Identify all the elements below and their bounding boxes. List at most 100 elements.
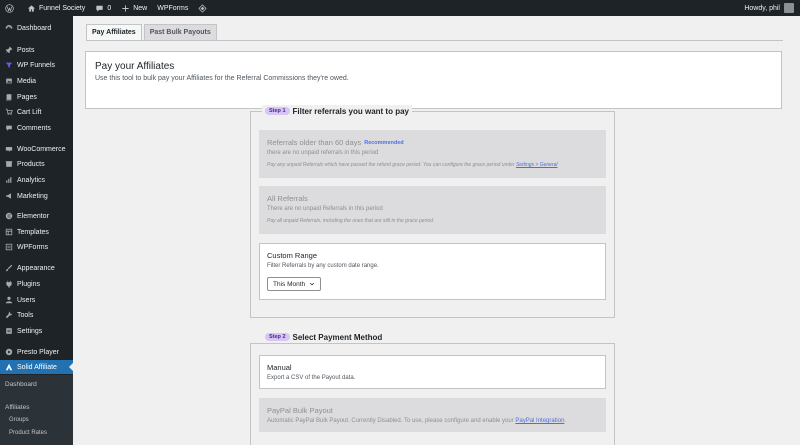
sidebar-item-label: Plugins <box>17 280 40 288</box>
sidebar-item-comments[interactable]: Comments <box>0 121 73 135</box>
affiliate-icon <box>5 363 13 371</box>
sidebar-item-users[interactable]: Users <box>0 293 73 307</box>
sidebar-item-wp-funnels[interactable]: WP Funnels <box>0 58 73 72</box>
submenu-item-product-rates[interactable]: Product Rates <box>0 430 73 436</box>
sidebar-item-appearance[interactable]: Appearance <box>0 261 73 275</box>
wpforms-label: WPForms <box>157 4 189 12</box>
tab-past-bulk-payouts[interactable]: Past Bulk Payouts <box>143 24 217 41</box>
sidebar-item-label: WooCommerce <box>17 145 66 153</box>
sidebar-item-wpforms[interactable]: WPForms <box>0 240 73 254</box>
option-title: PayPal Bulk Payout <box>267 406 333 415</box>
tab-divider <box>86 40 783 41</box>
paypal-integration-link[interactable]: PayPal Integration <box>515 418 564 424</box>
plugin-icon <box>5 280 13 288</box>
main-content: Pay Affiliates Past Bulk Payouts Pay you… <box>73 16 800 445</box>
sidebar-item-posts[interactable]: Posts <box>0 43 73 57</box>
diamond-menu[interactable] <box>193 0 215 16</box>
users-icon <box>5 296 13 304</box>
wordpress-logo-icon[interactable] <box>0 0 22 16</box>
chevron-down-icon <box>309 282 315 286</box>
option-subtitle: Automatic PayPal Bulk Payout. Currently … <box>267 418 598 424</box>
elementor-icon <box>5 212 13 220</box>
option-title: Referrals older than 60 days <box>267 138 362 147</box>
sidebar-item-label: Appearance <box>17 264 55 272</box>
comment-bubble-icon <box>96 5 103 12</box>
sidebar-item-cart-lift[interactable]: Cart Lift <box>0 105 73 119</box>
sidebar-item-elementor[interactable]: Elementor <box>0 209 73 223</box>
sidebar-item-plugins[interactable]: Plugins <box>0 277 73 291</box>
settings-general-link[interactable]: Settings > General <box>516 162 558 168</box>
page-description: Use this tool to bulk pay your Affiliate… <box>95 75 349 82</box>
sidebar-item-label: Cart Lift <box>17 108 42 116</box>
sidebar-item-presto-player[interactable]: Presto Player <box>0 345 73 359</box>
sidebar-item-tools[interactable]: Tools <box>0 308 73 322</box>
dashboard-icon <box>5 24 13 32</box>
sidebar-item-solid-affiliate[interactable]: Solid Affiliate <box>0 360 73 374</box>
sidebar-item-templates[interactable]: Templates <box>0 225 73 239</box>
settings-icon <box>5 327 13 335</box>
sidebar-item-label: Analytics <box>17 176 46 184</box>
home-icon <box>27 4 36 12</box>
account-menu[interactable]: Howdy, phil <box>744 3 800 13</box>
site-name-link[interactable]: Funnel Society <box>22 0 90 16</box>
wpforms-link[interactable]: WPForms <box>152 0 193 16</box>
option-title: Manual <box>267 363 292 372</box>
page-title: Pay your Affiliates <box>95 61 175 72</box>
comments-link[interactable]: 0 <box>90 0 116 16</box>
submenu-item-dashboard[interactable]: Dashboard <box>0 381 73 388</box>
submenu-item-affiliates[interactable]: Affiliates <box>0 404 73 411</box>
sidebar-item-settings[interactable]: Settings <box>0 324 73 338</box>
date-range-select[interactable]: This Month <box>267 277 321 291</box>
option-note: Pay all unpaid Referrals, including the … <box>267 218 435 224</box>
paypal-subtitle-text: Automatic PayPal Bulk Payout. Currently … <box>267 418 514 424</box>
avatar <box>784 3 794 13</box>
sidebar-item-label: Elementor <box>17 212 49 220</box>
option-note-text: Pay any unpaid Referrals which have pass… <box>267 162 515 168</box>
plus-icon <box>122 4 129 12</box>
paypal-subtitle-suffix: . <box>564 418 567 424</box>
comments-count: 0 <box>107 4 112 12</box>
option-subtitle: there are no unpaid referrals in this pe… <box>267 150 379 156</box>
sidebar-item-label: Dashboard <box>17 24 52 32</box>
tab-bar: Pay Affiliates Past Bulk Payouts <box>86 24 219 41</box>
sidebar-item-label: Posts <box>17 46 35 54</box>
option-custom-range[interactable]: Custom Range Filter Referrals by any cus… <box>259 243 606 300</box>
wrench-icon <box>5 311 13 319</box>
step2-badge: Step 2 <box>265 333 290 341</box>
new-content-link[interactable]: New <box>116 0 152 16</box>
date-range-value: This Month <box>273 280 306 288</box>
option-manual[interactable]: Manual Export a CSV of the Payout data. <box>259 355 606 389</box>
sidebar-item-analytics[interactable]: Analytics <box>0 173 73 187</box>
products-icon <box>5 160 13 168</box>
admin-sidebar: Dashboard Posts WP Funnels Media Pages C… <box>0 16 73 445</box>
templates-icon <box>5 228 13 236</box>
tab-pay-affiliates[interactable]: Pay Affiliates <box>86 24 142 41</box>
option-all-referrals: All Referrals There are no unpaid Referr… <box>259 186 606 234</box>
analytics-icon <box>5 176 13 184</box>
brush-icon <box>5 264 13 272</box>
intro-panel: Pay your Affiliates Use this tool to bul… <box>85 51 782 109</box>
option-subtitle: Export a CSV of the Payout data. <box>267 375 356 381</box>
sidebar-item-pages[interactable]: Pages <box>0 90 73 104</box>
option-subtitle: There are no unpaid Referrals in this pe… <box>267 206 383 212</box>
pages-icon <box>5 93 13 101</box>
sidebar-item-woocommerce[interactable]: WooCommerce <box>0 142 73 156</box>
cart-icon <box>5 108 13 116</box>
megaphone-icon <box>5 192 13 200</box>
sidebar-item-label: WP Funnels <box>17 61 55 69</box>
sidebar-item-label: Media <box>17 77 37 85</box>
sidebar-item-label: Solid Affiliate <box>17 363 57 371</box>
option-note: Pay any unpaid Referrals which have pass… <box>267 162 598 168</box>
step1-header: Step 1 Filter referrals you want to pay <box>262 105 412 117</box>
option-referrals-older-60-days: Referrals older than 60 days Recommended… <box>259 130 606 178</box>
sidebar-item-media[interactable]: Media <box>0 74 73 88</box>
media-icon <box>5 77 13 85</box>
sidebar-item-dashboard[interactable]: Dashboard <box>0 21 73 35</box>
submenu-item-groups[interactable]: Groups <box>0 417 73 423</box>
step2-title: Select Payment Method <box>292 332 383 342</box>
step1-title: Filter referrals you want to pay <box>292 106 409 116</box>
sidebar-item-label: Settings <box>17 327 43 335</box>
sidebar-item-marketing[interactable]: Marketing <box>0 189 73 203</box>
option-subtitle: Filter Referrals by any custom date rang… <box>267 263 379 269</box>
sidebar-item-products[interactable]: Products <box>0 157 73 171</box>
